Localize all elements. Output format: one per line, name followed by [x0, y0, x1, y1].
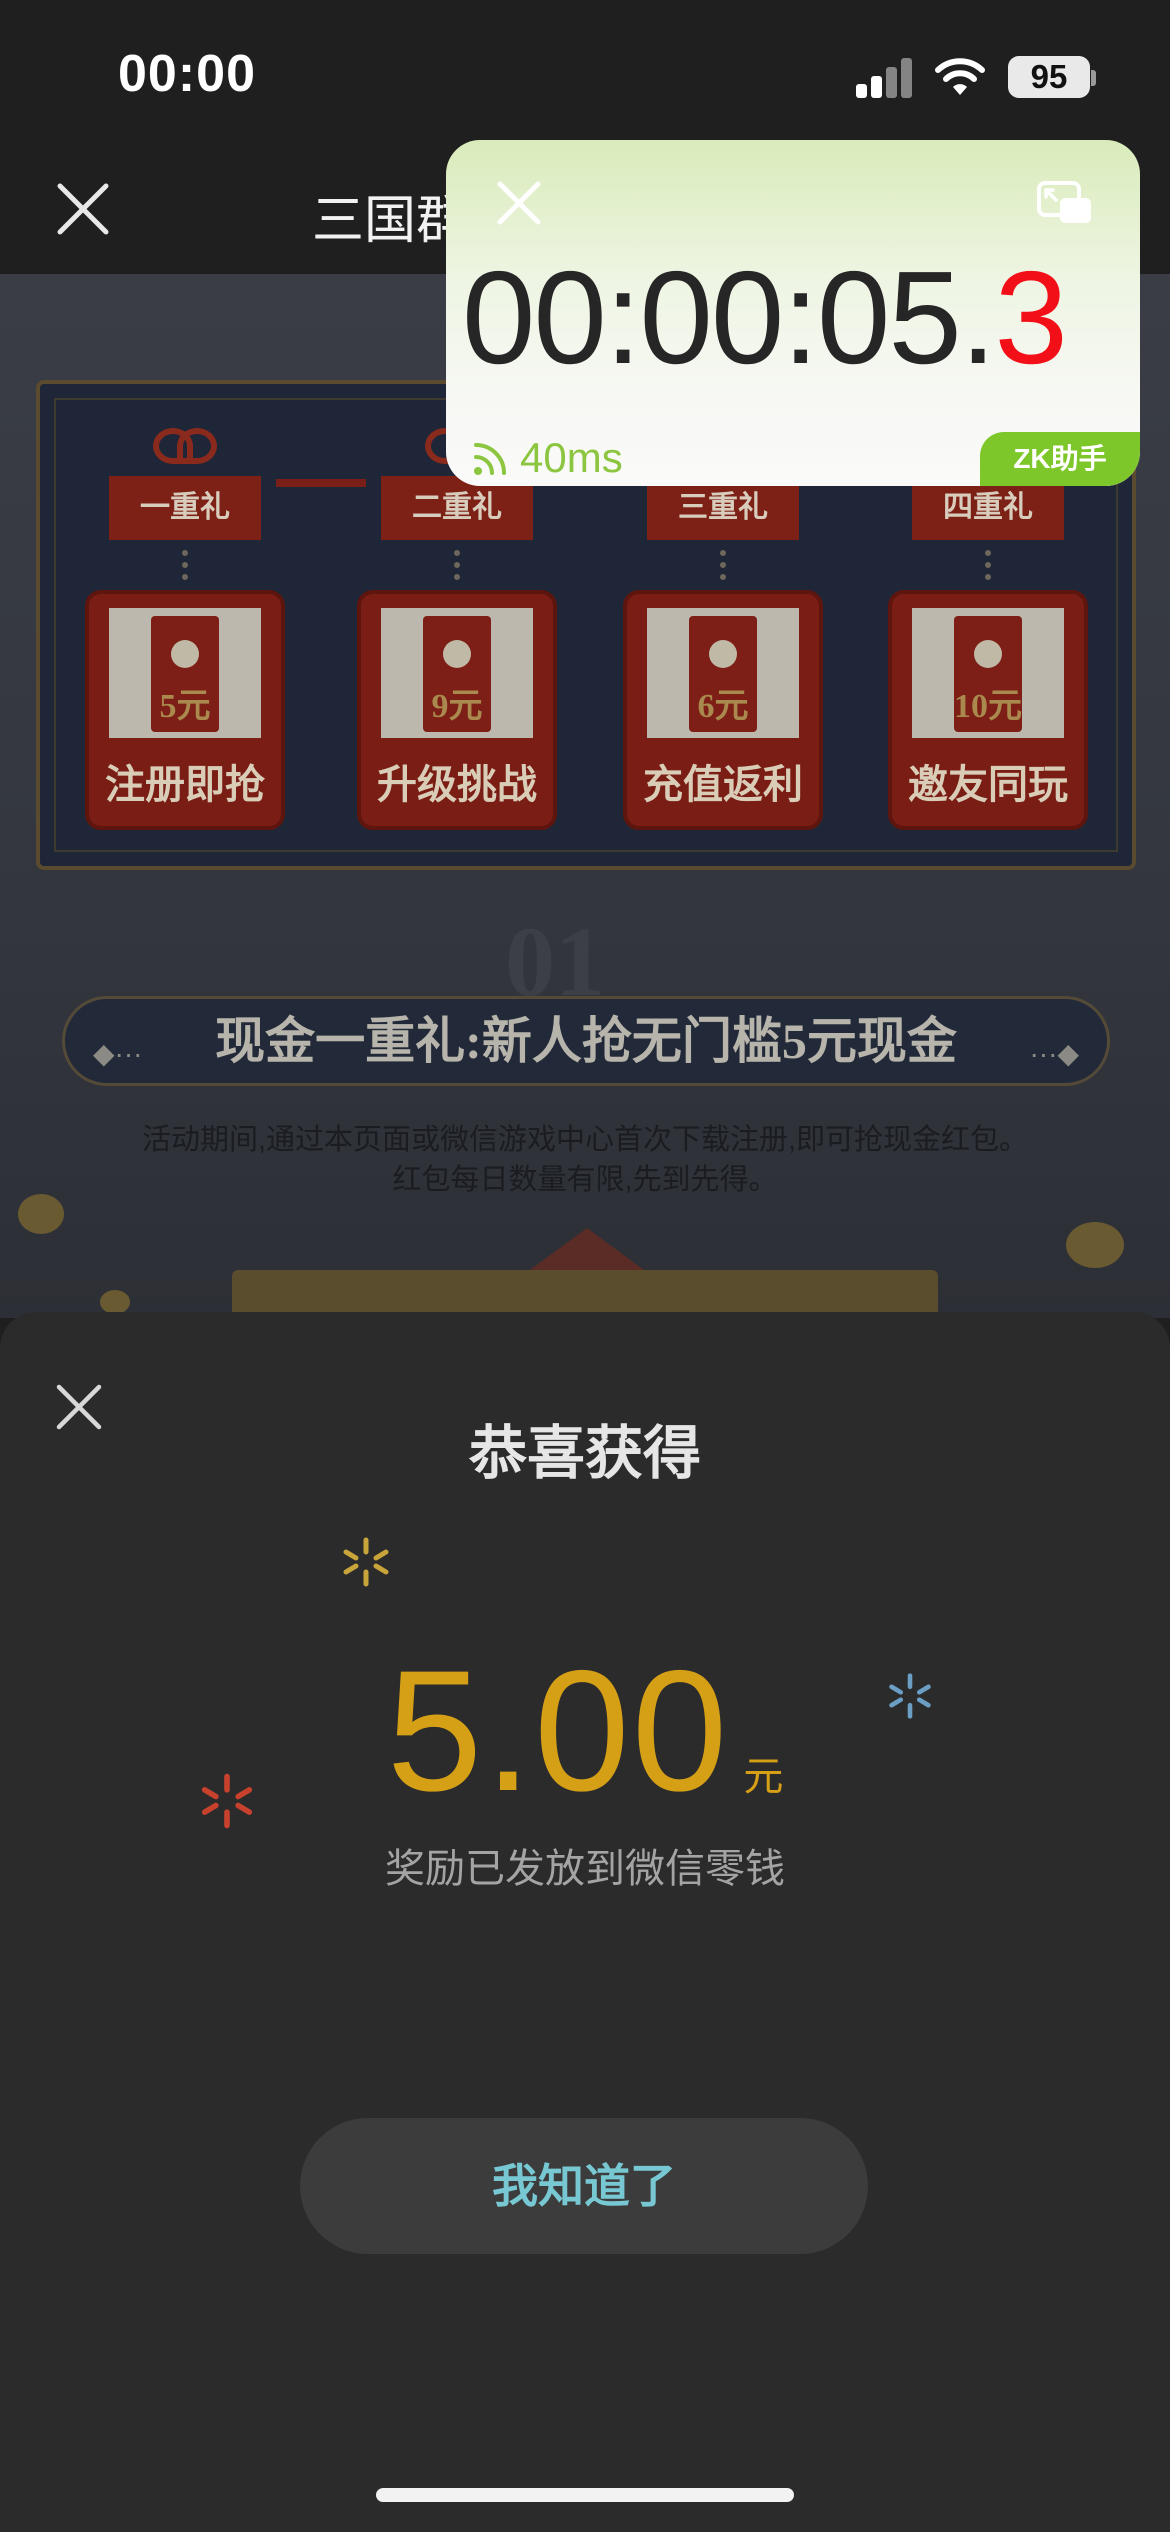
timer-tenth: 3 — [994, 244, 1068, 391]
battery-icon: 95 — [1008, 56, 1090, 98]
description-line: 活动期间,通过本页面或微信游戏中心首次下载注册,即可抢现金红包。 — [141, 1124, 1029, 1156]
activity-description: 活动期间,通过本页面或微信游戏中心首次下载注册,即可抢现金红包。 红包每日数量有… — [0, 1120, 1170, 1200]
tier-amount: 6元 — [697, 688, 749, 725]
tier-card: 5元 注册即抢 — [85, 590, 285, 830]
latency-indicator: 40ms — [472, 434, 623, 482]
tier-dots — [720, 550, 726, 580]
tier-label: 充值返利 — [643, 763, 803, 807]
timer-overlay[interactable]: 00:00:05.3 40ms ZK助手 — [446, 140, 1140, 486]
tier-dots — [182, 550, 188, 580]
reward-amount: 5.00 — [386, 1635, 730, 1827]
close-icon[interactable] — [54, 180, 112, 238]
picture-in-picture-icon[interactable] — [1036, 180, 1094, 226]
gift-tier-1[interactable]: 一重礼 5元 注册即抢 — [85, 420, 285, 830]
section-banner: ◆··· 现金一重礼:新人抢无门槛5元现金 ···◆ — [62, 996, 1110, 1086]
tier-amount: 5元 — [159, 688, 211, 725]
tier-card: 6元 充值返利 — [623, 590, 823, 830]
tier-card: 9元 升级挑战 — [357, 590, 557, 830]
gift-box-icon — [135, 420, 235, 476]
home-indicator[interactable] — [376, 2488, 794, 2502]
tier-label: 邀友同玩 — [908, 763, 1068, 807]
sparkle-icon — [343, 1537, 389, 1587]
red-envelope-icon: 6元 — [689, 616, 757, 732]
reward-unit: 元 — [743, 1755, 784, 1799]
tier-dots — [985, 550, 991, 580]
banner-ornament-right: ···◆ — [1029, 1038, 1079, 1069]
status-bar: 00:00 95 — [0, 0, 1170, 140]
tier-amount: 9元 — [431, 688, 483, 725]
cellular-signal-icon — [856, 58, 914, 98]
tier-dots — [454, 550, 460, 580]
tier-amount: 10元 — [954, 688, 1022, 725]
signal-wave-icon — [474, 443, 506, 475]
status-time: 00:00 — [118, 45, 256, 103]
page-title: 三国群 — [312, 192, 469, 250]
coin-decoration-icon — [100, 1290, 130, 1314]
assistant-badge[interactable]: ZK助手 — [980, 432, 1140, 486]
red-envelope-icon: 9元 — [423, 616, 491, 732]
wifi-icon — [935, 58, 985, 95]
red-envelope-icon: 10元 — [954, 616, 1022, 732]
timer-display: 00:00:05.3 — [462, 252, 1068, 384]
battery-tip — [1091, 70, 1096, 86]
red-envelope-icon: 5元 — [151, 616, 219, 732]
latency-value: 40ms — [520, 434, 623, 481]
tier-tag: 一重礼 — [109, 476, 261, 540]
reward-sheet: 恭喜获得 5.00 元 奖励已发放到微信零钱 我知道了 — [0, 1312, 1170, 2532]
tier-card: 10元 邀友同玩 — [888, 590, 1088, 830]
coin-decoration-icon — [18, 1194, 64, 1234]
tier-connector — [276, 479, 366, 487]
reward-note: 奖励已发放到微信零钱 — [385, 1847, 785, 1891]
timer-main: 00:00:05. — [462, 244, 996, 391]
tier-label: 注册即抢 — [105, 763, 265, 807]
sheet-title: 恭喜获得 — [468, 1421, 701, 1486]
banner-title: 现金一重礼:新人抢无门槛5元现金 — [215, 1013, 957, 1069]
acknowledge-button[interactable]: 我知道了 — [300, 2118, 868, 2254]
tier-label: 升级挑战 — [377, 763, 537, 807]
reward-amount-row: 5.00 元 — [0, 1632, 1170, 1830]
coin-decoration-icon — [1066, 1222, 1124, 1268]
close-icon[interactable] — [496, 180, 542, 226]
description-line: 红包每日数量有限,先到先得。 — [392, 1164, 778, 1196]
